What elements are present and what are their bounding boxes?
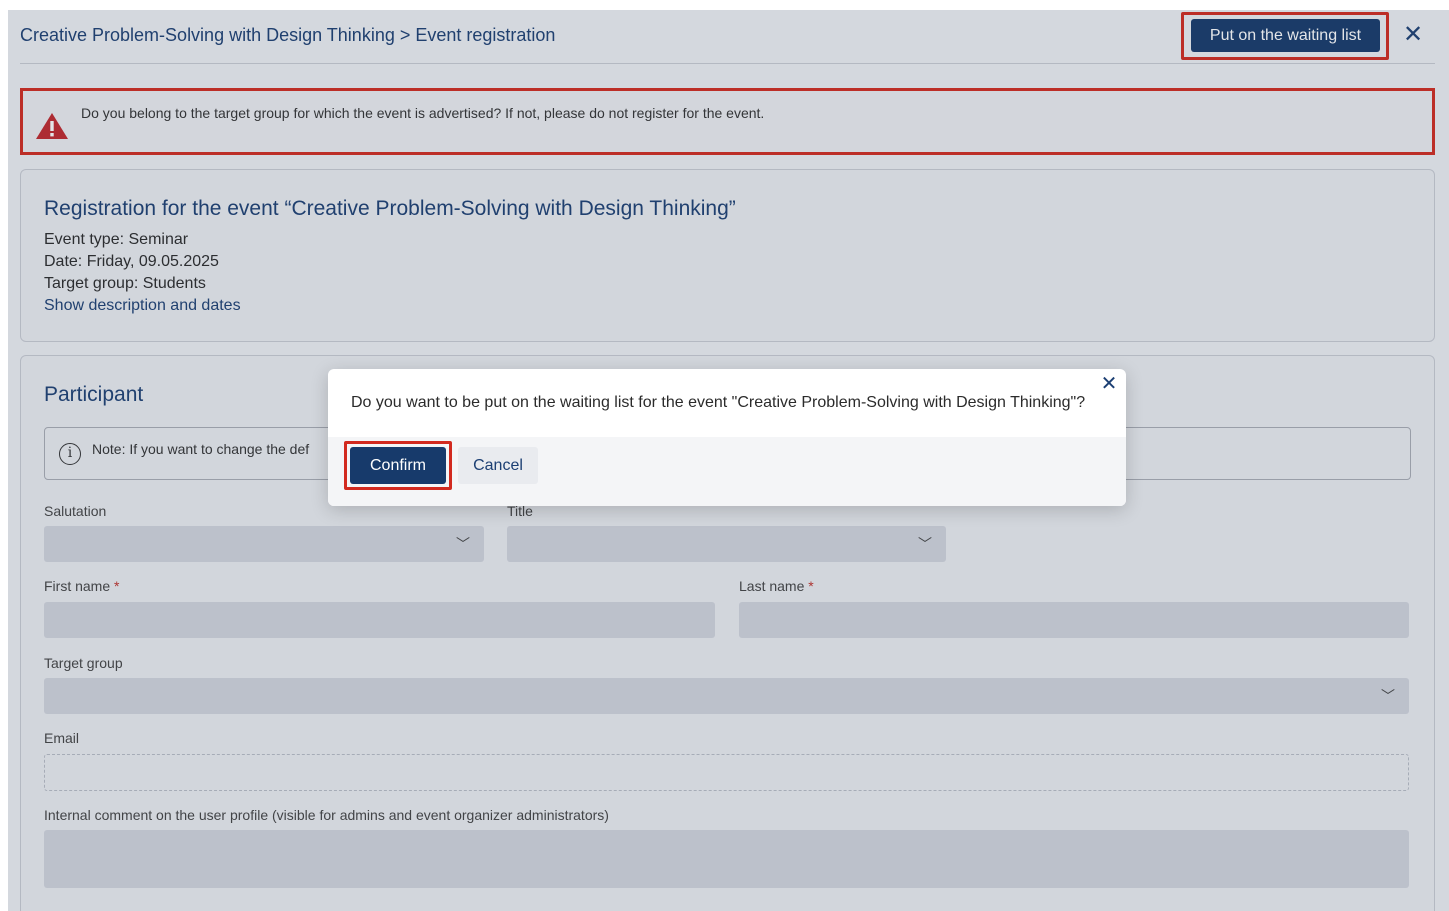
first-name-label-text: First name xyxy=(44,578,111,594)
registration-title: Registration for the event “Creative Pro… xyxy=(44,197,736,220)
note-text: Note: If you want to change the def xyxy=(92,441,310,457)
dialog-message: Do you want to be put on the waiting lis… xyxy=(351,394,1086,411)
dialog-close-icon[interactable]: ✕ xyxy=(1098,372,1120,396)
last-name-field[interactable] xyxy=(739,602,1409,638)
internal-comment-field[interactable] xyxy=(44,830,1409,888)
last-name-label: Last name * xyxy=(739,578,814,594)
salutation-label: Salutation xyxy=(44,503,107,519)
page-header: Creative Problem-Solving with Design Thi… xyxy=(20,10,1435,64)
show-description-link[interactable]: Show description and dates xyxy=(44,297,241,315)
warning-icon xyxy=(36,113,68,139)
email-label: Email xyxy=(44,730,80,746)
event-info-card: Registration for the event “Creative Pro… xyxy=(20,169,1435,342)
info-icon: i xyxy=(59,443,81,465)
email-field[interactable] xyxy=(44,754,1409,791)
waiting-list-dialog: Do you want to be put on the waiting lis… xyxy=(328,369,1126,506)
confirm-button[interactable]: Confirm xyxy=(350,447,446,484)
close-icon[interactable]: ✕ xyxy=(1401,22,1425,48)
target-group-select[interactable]: ﹀ xyxy=(44,678,1409,714)
event-target-group: Target group: Students xyxy=(44,275,206,292)
chevron-down-icon: ﹀ xyxy=(1381,688,1395,704)
chevron-down-icon: ﹀ xyxy=(456,536,470,552)
warning-text: Do you belong to the target group for wh… xyxy=(81,105,765,121)
required-mark: * xyxy=(114,578,120,594)
internal-comment-label: Internal comment on the user profile (vi… xyxy=(44,807,609,823)
title-select[interactable]: ﹀ xyxy=(507,526,946,562)
dialog-footer: Confirm Cancel xyxy=(328,437,1126,506)
cancel-button[interactable]: Cancel xyxy=(458,447,538,484)
salutation-select[interactable]: ﹀ xyxy=(44,526,484,562)
breadcrumb: Creative Problem-Solving with Design Thi… xyxy=(20,25,556,45)
event-date: Date: Friday, 09.05.2025 xyxy=(44,253,219,270)
first-name-label: First name * xyxy=(44,578,119,594)
target-group-label: Target group xyxy=(44,655,123,671)
first-name-field[interactable] xyxy=(44,602,715,638)
put-on-waiting-list-button[interactable]: Put on the waiting list xyxy=(1191,19,1380,52)
chevron-down-icon: ﹀ xyxy=(918,536,932,552)
event-type: Event type: Seminar xyxy=(44,231,189,248)
target-group-warning: Do you belong to the target group for wh… xyxy=(20,88,1435,155)
participant-title: Participant xyxy=(44,383,144,406)
required-mark: * xyxy=(808,578,814,594)
last-name-label-text: Last name xyxy=(739,578,805,594)
